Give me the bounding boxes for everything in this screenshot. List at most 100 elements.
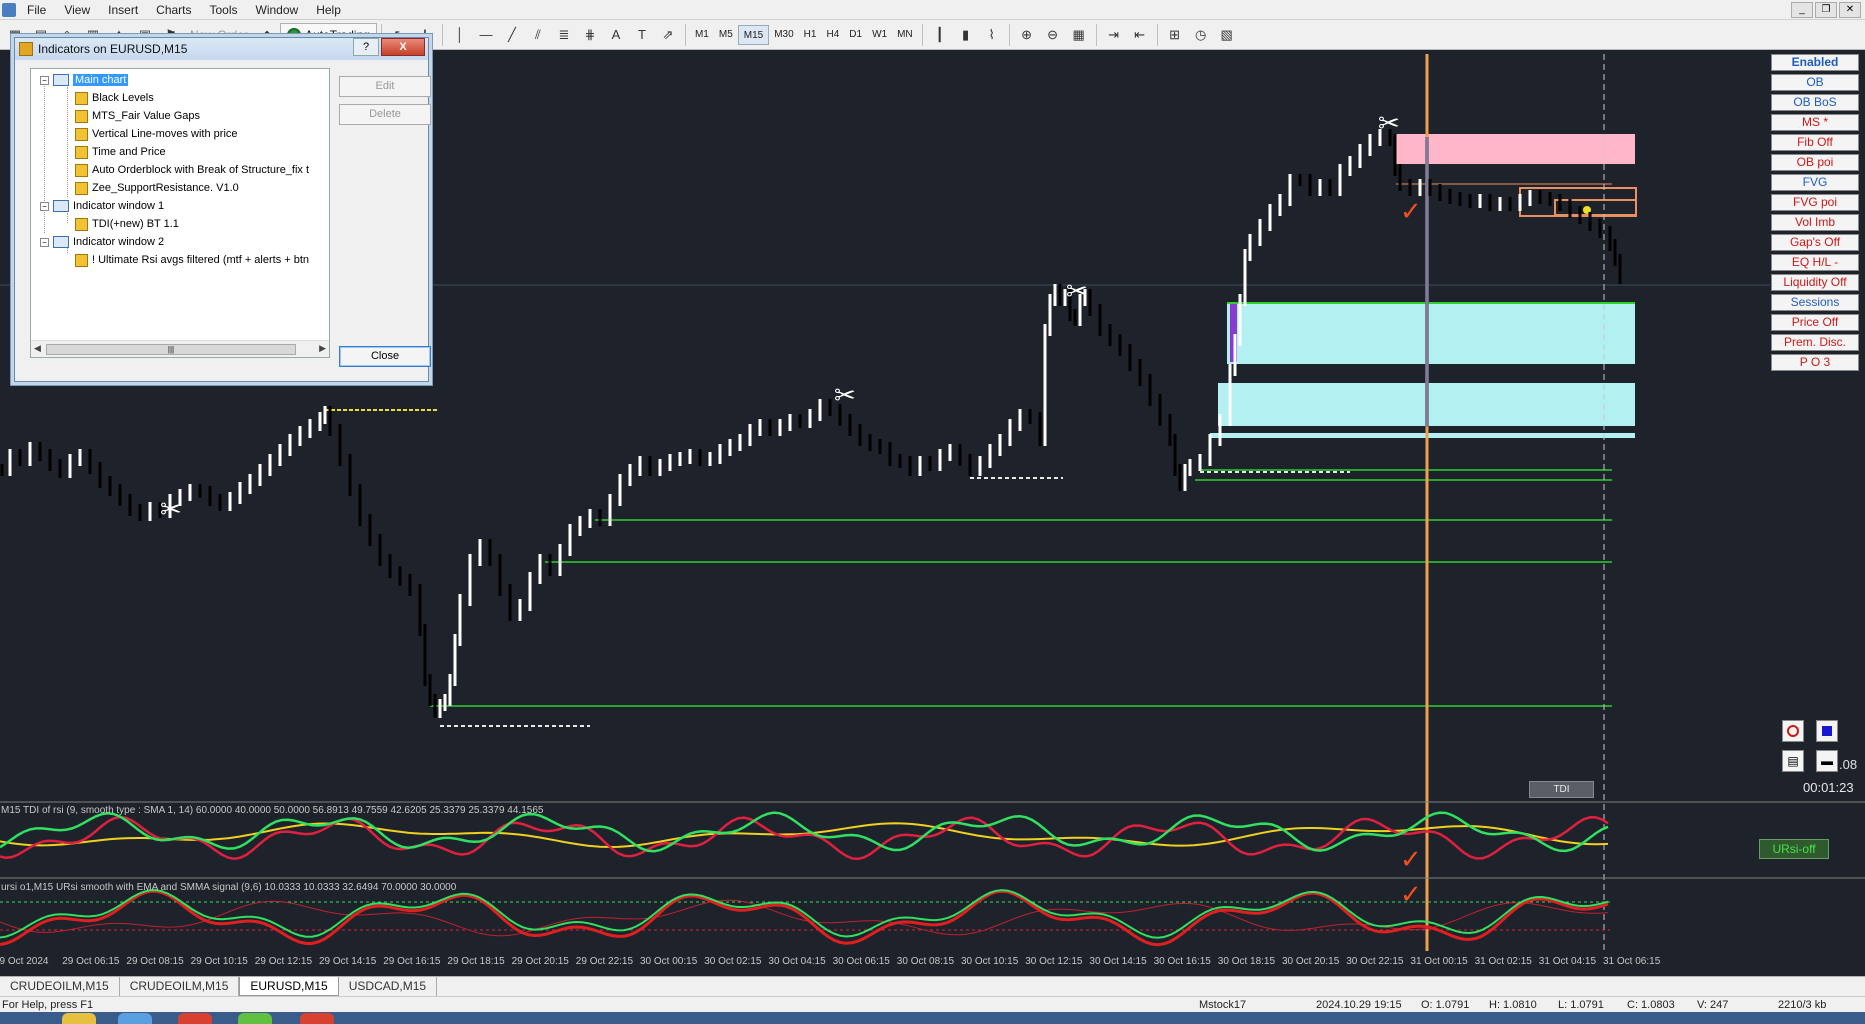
panel-button[interactable]: ▬ (1816, 750, 1838, 772)
indicators-icon[interactable]: ⊞ (1163, 24, 1187, 46)
browser-taskbar-icon[interactable] (178, 1013, 212, 1024)
tree-item-indicator[interactable]: Zee_SupportResistance. V1.0 (75, 180, 239, 196)
stop-icon (1822, 726, 1832, 736)
close-button[interactable]: Close (339, 346, 431, 367)
indicator-tree[interactable]: − Main chart Black Levels MTS_Fair Value… (30, 68, 330, 358)
bar-chart-icon[interactable]: ┃ (928, 24, 952, 46)
scroll-thumb[interactable]: ||| (46, 344, 296, 355)
periods-icon[interactable]: ◷ (1189, 24, 1213, 46)
record-button[interactable] (1782, 720, 1804, 742)
ursi-off-button[interactable]: URsi-off (1759, 839, 1829, 859)
record-icon (1787, 725, 1799, 737)
trendline-icon[interactable]: ╱ (500, 24, 524, 46)
templates-icon[interactable]: ▧ (1215, 24, 1239, 46)
panel-toggle-price-off[interactable]: Price Off (1771, 314, 1859, 331)
status-profile: Mstock17 (1199, 999, 1247, 1011)
tree-label: Vertical Line-moves with price (92, 128, 238, 140)
horizontal-scrollbar[interactable]: ◀ ||| ▶ (31, 340, 329, 357)
panel-toggle-enabled[interactable]: Enabled (1771, 54, 1859, 71)
zoom-out-icon[interactable]: ⊖ (1041, 24, 1065, 46)
panel-toggle-eq-h-l[interactable]: EQ H/L - (1771, 254, 1859, 271)
chart-tab[interactable]: CRUDEOILM,M15 (120, 977, 240, 996)
panel-toggle-fib-off[interactable]: Fib Off (1771, 134, 1859, 151)
panel-toggle-ms[interactable]: MS * (1771, 114, 1859, 131)
panel-toggle-vol-imb[interactable]: Vol Imb (1771, 214, 1859, 231)
menu-file[interactable]: File (18, 3, 55, 17)
scroll-left-icon[interactable]: ◀ (34, 343, 41, 354)
timeframe-h1[interactable]: H1 (799, 25, 822, 45)
tree-node-main-chart[interactable]: − Main chart (40, 72, 129, 88)
timeframe-h4[interactable]: H4 (821, 25, 844, 45)
panel-toggle-fvg[interactable]: FVG (1771, 174, 1859, 191)
collapse-icon[interactable]: − (40, 201, 49, 211)
menu-tools[interactable]: Tools (201, 3, 247, 17)
collapse-icon[interactable]: − (40, 237, 49, 247)
minimize-button[interactable]: _ (1791, 1, 1813, 18)
tree-item-indicator[interactable]: ! Ultimate Rsi avgs filtered (mtf + aler… (75, 252, 309, 268)
price-readout: .08 (1839, 757, 1858, 772)
panel-toggle-liquidity-off[interactable]: Liquidity Off (1771, 274, 1859, 291)
timeframe-m5[interactable]: M5 (714, 25, 738, 45)
calc-button[interactable]: ▤ (1782, 750, 1804, 772)
tree-item-indicator[interactable]: MTS_Fair Value Gaps (75, 108, 200, 124)
tree-item-indicator[interactable]: TDI(+new) BT 1.1 (75, 216, 179, 232)
tile-windows-icon[interactable]: ▦ (1067, 24, 1091, 46)
timeframe-mn[interactable]: MN (892, 25, 918, 45)
close-window-button[interactable]: ✕ (1839, 1, 1861, 18)
tdi-tag[interactable]: TDI (1529, 781, 1594, 798)
tree-item-indicator[interactable]: Time and Price (75, 144, 166, 160)
fibonacci-icon[interactable]: ≣ (552, 24, 576, 46)
menu-insert[interactable]: Insert (99, 3, 147, 17)
collapse-icon[interactable]: − (40, 75, 49, 85)
stop-button[interactable] (1816, 720, 1838, 742)
candlestick-icon[interactable]: ▮ (954, 24, 978, 46)
chart-tab[interactable]: CRUDEOILM,M15 (0, 977, 120, 996)
restore-button[interactable]: ❐ (1815, 1, 1837, 18)
panel-toggle-fvg-poi[interactable]: FVG poi (1771, 194, 1859, 211)
edit-button[interactable]: Edit (339, 76, 431, 97)
panel-toggle-sessions[interactable]: Sessions (1771, 294, 1859, 311)
scroll-right-icon[interactable]: ▶ (319, 343, 326, 354)
panel-toggle-p-o-3[interactable]: P O 3 (1771, 354, 1859, 371)
app-taskbar-icon[interactable] (238, 1013, 272, 1024)
text-label-icon[interactable]: T (630, 24, 654, 46)
autoscroll-icon[interactable]: ⇥ (1102, 24, 1126, 46)
gann-icon[interactable]: ⋕ (578, 24, 602, 46)
chart-tab[interactable]: EURUSD,M15 (239, 977, 339, 996)
panel-toggle-prem-disc[interactable]: Prem. Disc. (1771, 334, 1859, 351)
equidistant-channel-icon[interactable]: ⫽ (526, 24, 550, 46)
horizontal-line-icon[interactable]: — (474, 24, 498, 46)
timeframe-w1[interactable]: W1 (867, 25, 892, 45)
tree-item-indicator[interactable]: Auto Orderblock with Break of Structure_… (75, 162, 309, 178)
tree-node-indicator-window-2[interactable]: − Indicator window 2 (40, 234, 164, 250)
dialog-help-button[interactable]: ? (353, 38, 379, 56)
menu-window[interactable]: Window (247, 3, 308, 17)
panel-toggle-ob[interactable]: OB (1771, 74, 1859, 91)
tree-item-indicator[interactable]: Black Levels (75, 90, 154, 106)
timeframe-m30[interactable]: M30 (769, 25, 798, 45)
zoom-in-icon[interactable]: ⊕ (1015, 24, 1039, 46)
app-taskbar-icon[interactable] (300, 1013, 334, 1024)
timeframe-d1[interactable]: D1 (844, 25, 867, 45)
app-taskbar-icon[interactable] (118, 1013, 152, 1024)
tree-item-indicator[interactable]: Vertical Line-moves with price (75, 126, 238, 142)
vertical-line-icon[interactable]: │ (448, 24, 472, 46)
text-icon[interactable]: A (604, 24, 628, 46)
line-chart-icon[interactable]: ⌇ (980, 24, 1004, 46)
panel-toggle-ob-bos[interactable]: OB BoS (1771, 94, 1859, 111)
time-tick-label: 30 Oct 04:15 (768, 956, 826, 967)
chart-tab[interactable]: USDCAD,M15 (339, 977, 438, 996)
delete-button[interactable]: Delete (339, 104, 431, 125)
panel-toggle-ob-poi[interactable]: OB poi (1771, 154, 1859, 171)
panel-toggle-gap-s-off[interactable]: Gap's Off (1771, 234, 1859, 251)
explorer-taskbar-icon[interactable] (62, 1013, 96, 1024)
arrows-icon[interactable]: ⇗ (656, 24, 680, 46)
tree-node-indicator-window-1[interactable]: − Indicator window 1 (40, 198, 164, 214)
menu-view[interactable]: View (55, 3, 99, 17)
chart-shift-icon[interactable]: ⇤ (1128, 24, 1152, 46)
timeframe-m1[interactable]: M1 (690, 25, 714, 45)
menu-charts[interactable]: Charts (147, 3, 200, 17)
menu-help[interactable]: Help (307, 3, 350, 17)
timeframe-m15[interactable]: M15 (737, 24, 770, 45)
dialog-close-x-button[interactable]: X (381, 38, 425, 56)
